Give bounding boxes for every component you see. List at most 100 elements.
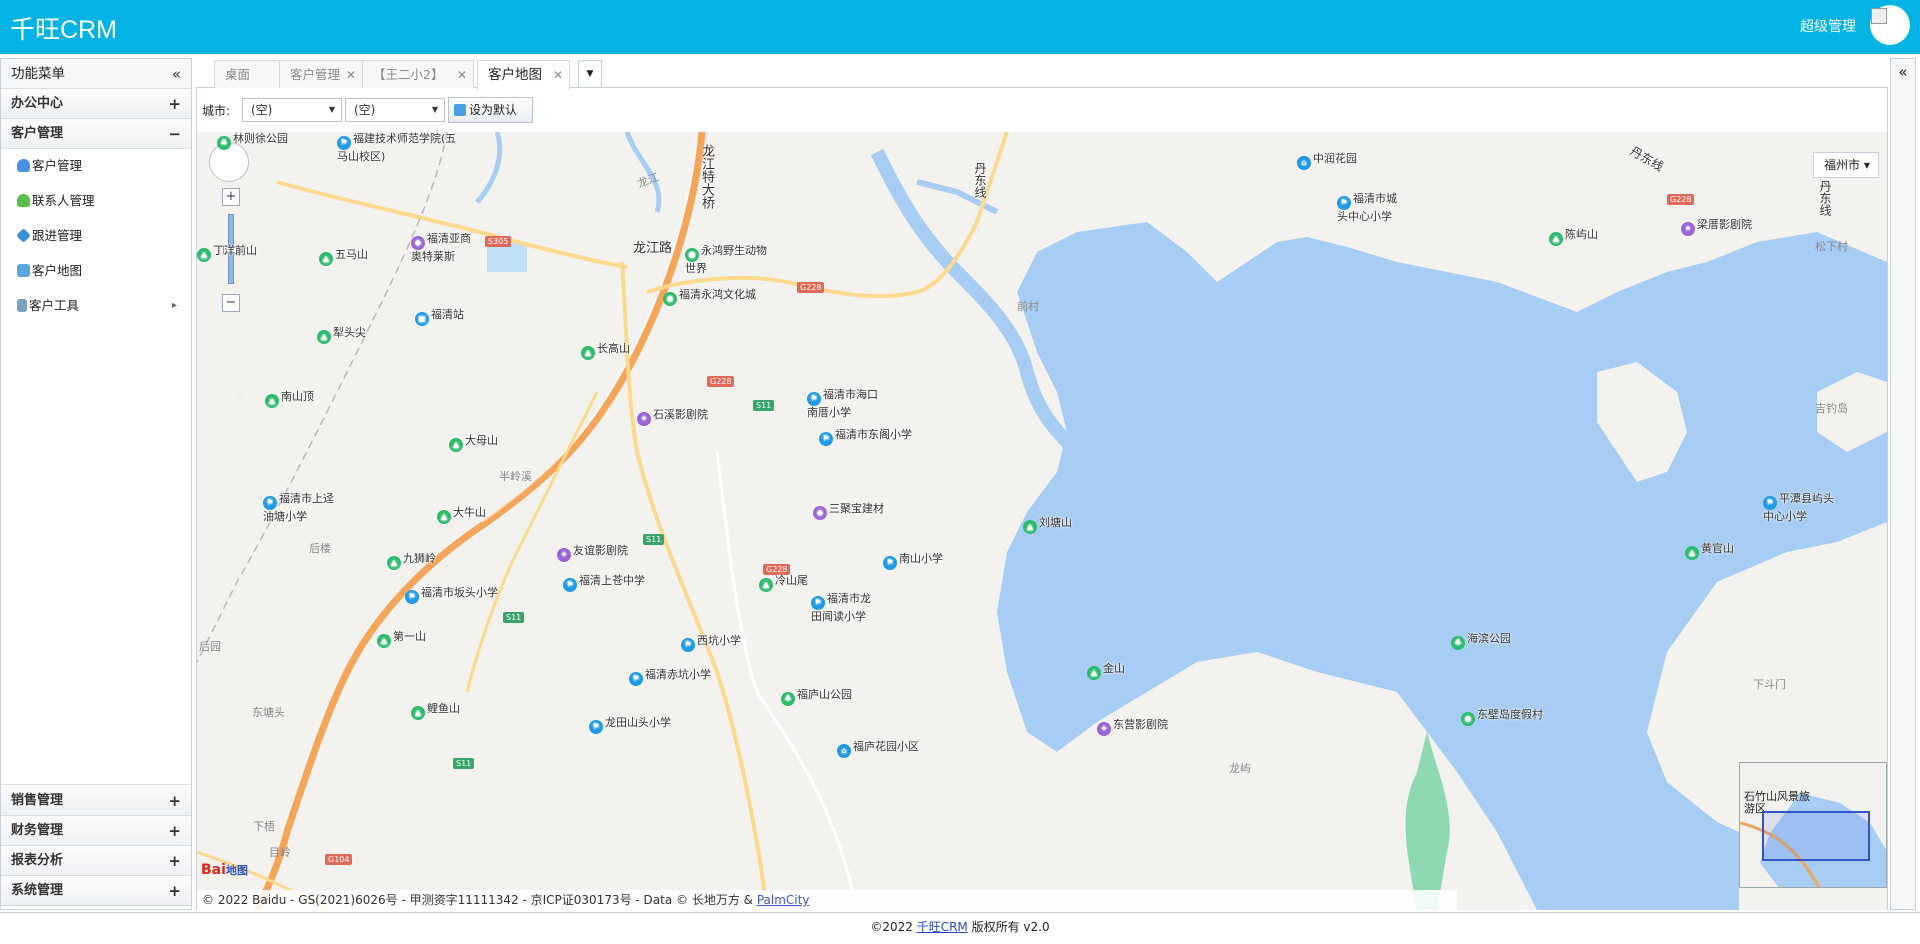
map-poi[interactable]: ⚑ 福清市上迳油塘小学: [263, 492, 335, 523]
map-poi[interactable]: ▲ 鲤鱼山: [411, 702, 460, 720]
poi-label: 福清上苍中学: [579, 574, 645, 587]
poi-label: 第一山: [393, 630, 426, 643]
app-header: 千旺CRM 超级管理: [0, 0, 1920, 54]
close-tab-icon[interactable]: ✕: [457, 61, 467, 89]
map-poi[interactable]: ⚑ 龙田山头小学: [589, 716, 671, 734]
menu-office-center[interactable]: 办公中心 +: [1, 89, 191, 119]
collapse-sidebar-icon[interactable]: «: [172, 59, 181, 89]
menu-customer-management-label: 客户管理: [11, 126, 64, 141]
overview-viewport[interactable]: [1762, 811, 1870, 861]
map-poi[interactable]: ⚑ 福清市龙田闻读小学: [811, 592, 875, 623]
mountain-icon: ▲: [759, 578, 773, 592]
zoom-out-button[interactable]: −: [222, 294, 240, 312]
map-poi[interactable]: ♣ 林则徐公园: [217, 132, 288, 150]
map-poi[interactable]: ⚑ 福建技术师范学院(五马山校区): [337, 132, 457, 163]
map-poi[interactable]: ▲ 金山: [1087, 662, 1125, 680]
province-select[interactable]: (空) ▼: [242, 98, 342, 122]
map-poi[interactable]: ⚑ 福清赤坑小学: [629, 668, 711, 686]
map-poi[interactable]: ▲ 陈屿山: [1549, 228, 1598, 246]
tab-wang-er-xiao[interactable]: 【王二小2】 ✕: [362, 60, 474, 88]
map-poi[interactable]: ▲ 大母山: [449, 434, 498, 452]
map-poi[interactable]: ⚑ 南山小学: [883, 552, 943, 570]
map-poi[interactable]: ▲ 冷山尾: [759, 574, 808, 592]
map-poi[interactable]: ◉ 福清永鸿文化城: [663, 288, 756, 306]
map-poi[interactable]: ▲ 南山顶: [265, 390, 314, 408]
map-poi[interactable]: ⚑ 西坑小学: [681, 634, 741, 652]
mountain-icon: ▲: [377, 634, 391, 648]
map-poi[interactable]: ▣ 福清站: [415, 308, 464, 326]
school-icon: ⚑: [1763, 496, 1777, 510]
set-default-button[interactable]: 设为默认: [448, 97, 533, 123]
city-select[interactable]: (空) ▼: [345, 98, 445, 122]
map-poi[interactable]: ♣ 海滨公园: [1451, 632, 1511, 650]
map-poi[interactable]: ▲ 长高山: [581, 342, 630, 360]
sidebar-item-customers[interactable]: 客户管理: [1, 149, 191, 184]
map-poi[interactable]: ✦ 东营影剧院: [1097, 718, 1168, 736]
map-poi[interactable]: ▲ 丁洋前山: [197, 244, 257, 262]
cinema-icon: ✦: [557, 548, 571, 562]
map-poi[interactable]: ⌂ 中润花园: [1297, 152, 1357, 170]
contact-icon: [17, 194, 30, 207]
menu-reports[interactable]: 报表分析 +: [1, 846, 191, 876]
customer-menu-list: 客户管理 联系人管理 跟进管理 客户地图 客户工具 ▸: [1, 149, 191, 785]
village-label: 东塘头: [252, 706, 285, 719]
zoom-in-button[interactable]: +: [222, 188, 240, 206]
tab-list-dropdown-icon[interactable]: ▼: [578, 60, 602, 88]
footer-brand-link[interactable]: 千旺CRM: [917, 920, 968, 934]
school-icon: ⚑: [807, 392, 821, 406]
menu-reports-label: 报表分析: [11, 853, 64, 868]
map-poi[interactable]: ✦ 石溪影剧院: [637, 408, 708, 426]
map-poi[interactable]: ⚑ 福清市东阁小学: [819, 428, 912, 446]
map-poi[interactable]: ▲ 刘塘山: [1023, 516, 1072, 534]
map-canvas[interactable]: + − 福州市 ▾ 龙江路 龙江特大桥 丹东线 丹东线 丹东线 S305 G22…: [197, 132, 1887, 910]
road-shield: S11: [753, 400, 775, 411]
baidu-map-logo[interactable]: Bai地图: [201, 862, 248, 878]
park-icon: ♣: [1451, 636, 1465, 650]
map-poi[interactable]: ▲ 犁头尖: [317, 326, 366, 344]
tab-desktop[interactable]: 桌面: [214, 60, 280, 88]
menu-sales[interactable]: 销售管理 +: [1, 786, 191, 816]
sidebar-item-customer-map[interactable]: 客户地图: [1, 254, 191, 289]
map-poi[interactable]: ▲ 五马山: [319, 248, 368, 266]
close-tab-icon[interactable]: ✕: [346, 61, 356, 89]
menu-system[interactable]: 系统管理 +: [1, 876, 191, 906]
user-name[interactable]: 超级管理: [1800, 16, 1856, 36]
sidebar-item-followups[interactable]: 跟进管理: [1, 219, 191, 254]
close-tab-icon[interactable]: ✕: [553, 61, 563, 89]
map-poi[interactable]: ▲ 大牛山: [437, 506, 486, 524]
map-poi[interactable]: ⚑ 平潭县屿头中心小学: [1763, 492, 1841, 523]
map-poi[interactable]: ◆ 福清亚商奥特莱斯: [411, 232, 471, 263]
map-poi[interactable]: ▲ 黄官山: [1685, 542, 1734, 560]
tab-label: 【王二小2】: [373, 67, 444, 82]
menu-finance[interactable]: 财务管理 +: [1, 816, 191, 846]
map-poi[interactable]: ⚑ 福清市城头中心小学: [1337, 192, 1407, 223]
map-poi[interactable]: ⌂ 福庐花园小区: [837, 740, 919, 758]
sidebar-item-customer-tools[interactable]: 客户工具 ▸: [1, 289, 191, 324]
map-poi[interactable]: ✦ 友谊影剧院: [557, 544, 628, 562]
tab-customer-management[interactable]: 客户管理 ✕: [279, 60, 363, 88]
map-poi[interactable]: ● 永鸿野生动物世界: [685, 244, 769, 275]
app-logo[interactable]: 千旺CRM: [10, 10, 117, 46]
map-overview-control[interactable]: 石竹山风景旅游区: [1739, 762, 1887, 888]
map-poi[interactable]: ◉ 东壁岛度假村: [1461, 708, 1543, 726]
map-city-dropdown[interactable]: 福州市 ▾: [1813, 152, 1879, 178]
collapse-right-panel-icon[interactable]: «: [1890, 58, 1916, 910]
map-poi[interactable]: ▲ 九狮岭: [387, 552, 436, 570]
avatar[interactable]: [1870, 5, 1910, 45]
map-poi[interactable]: ⚑ 福清市坂头小学: [405, 586, 498, 604]
map-poi[interactable]: ♣ 福庐山公园: [781, 688, 852, 706]
map-poi[interactable]: ⚑ 福清上苍中学: [563, 574, 645, 592]
road-shield: S305: [485, 236, 512, 247]
sidebar-item-contacts[interactable]: 联系人管理: [1, 184, 191, 219]
palmcity-link[interactable]: PalmCity: [757, 893, 810, 907]
poi-label: 福清站: [431, 308, 464, 321]
school-icon: ⚑: [819, 432, 833, 446]
map-poi[interactable]: ◆ 三聚宝建材: [813, 502, 884, 520]
tab-customer-map[interactable]: 客户地图 ✕: [477, 60, 570, 90]
map-poi[interactable]: ▲ 第一山: [377, 630, 426, 648]
copyright-text: © 2022 Baidu - GS(2021)6026号 - 甲测资字11111…: [202, 893, 757, 907]
school-icon: ⚑: [1337, 196, 1351, 210]
map-poi[interactable]: ✦ 梁厝影剧院: [1681, 218, 1752, 236]
map-poi[interactable]: ⚑ 福清市海口南厝小学: [807, 388, 879, 419]
menu-customer-management[interactable]: 客户管理 −: [1, 119, 191, 149]
